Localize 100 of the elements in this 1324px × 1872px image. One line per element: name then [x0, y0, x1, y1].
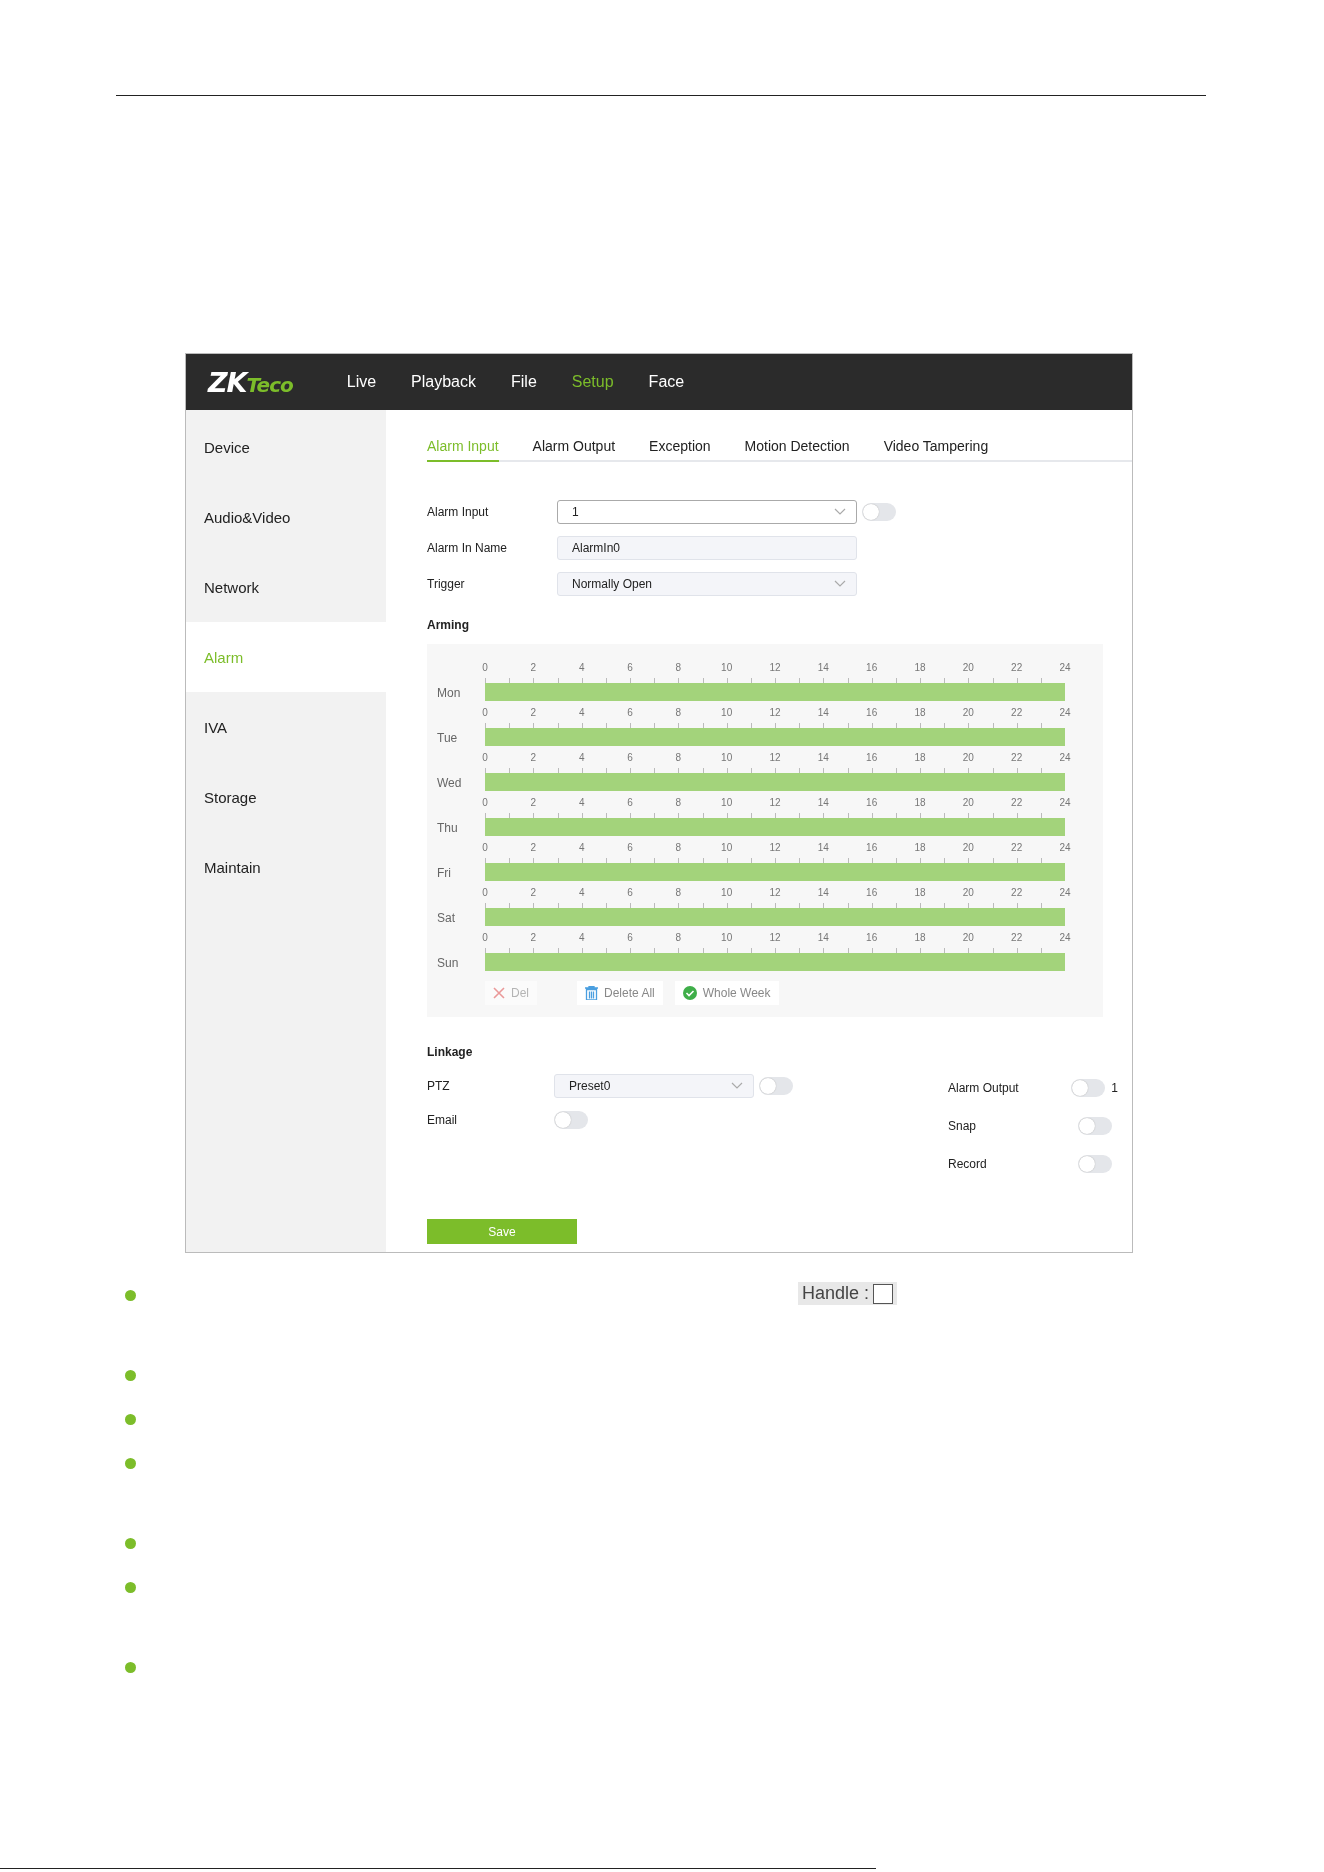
sidebar-item[interactable]: Network — [186, 552, 386, 622]
hour-label: 2 — [530, 797, 537, 808]
hour-label: 12 — [769, 662, 781, 673]
schedule-bar[interactable] — [485, 773, 1065, 791]
hour-label: 10 — [721, 932, 733, 943]
hour-label: 24 — [1059, 887, 1071, 898]
toggle-switch[interactable] — [554, 1111, 588, 1129]
nav-item[interactable]: Live — [346, 373, 377, 391]
day-label: Tue — [437, 731, 459, 746]
hour-label: 24 — [1059, 752, 1071, 763]
schedule-bar[interactable] — [485, 908, 1065, 926]
sidebar-item[interactable]: Maintain — [186, 832, 386, 902]
hour-label: 22 — [1011, 752, 1023, 763]
select-field[interactable]: Normally Open — [557, 572, 857, 596]
hour-label: 8 — [675, 752, 682, 763]
hour-label: 8 — [675, 707, 682, 718]
handle-checkbox[interactable]: Handle : — [798, 1282, 898, 1305]
schedule-bar[interactable] — [485, 953, 1065, 971]
hour-label: 24 — [1059, 932, 1071, 943]
bullet-dot — [125, 1414, 136, 1425]
bullet-dot — [125, 1582, 136, 1593]
hour-label: 2 — [530, 752, 537, 763]
schedule-bar[interactable] — [485, 863, 1065, 881]
chevron-down-icon — [731, 1082, 743, 1090]
toggle-switch[interactable] — [759, 1077, 793, 1095]
nav-item[interactable]: Face — [648, 373, 685, 391]
schedule-bar[interactable] — [485, 683, 1065, 701]
hour-label: 0 — [482, 707, 488, 718]
bullet-dot — [125, 1290, 136, 1301]
nav-item[interactable]: File — [511, 373, 537, 391]
schedule-bar[interactable] — [485, 728, 1065, 746]
bullet-dot — [125, 1662, 136, 1673]
hour-label: 20 — [962, 887, 974, 898]
hour-label: 20 — [962, 797, 974, 808]
field-label: Email — [427, 1113, 458, 1127]
hour-label: 2 — [530, 887, 537, 898]
sidebar-item[interactable]: Device — [186, 412, 386, 482]
tab[interactable]: Video Tampering — [883, 438, 989, 462]
hour-label: 18 — [914, 662, 926, 673]
section-heading: Arming — [427, 618, 470, 632]
hour-label: 4 — [578, 842, 585, 853]
bullet-dot — [125, 1458, 136, 1469]
day-label: Wed — [437, 776, 463, 791]
hour-label: 12 — [769, 932, 781, 943]
tab[interactable]: Exception — [649, 438, 711, 462]
hour-label: 0 — [482, 752, 488, 763]
toggle-switch[interactable] — [1078, 1155, 1112, 1173]
field-label: Alarm Output — [948, 1081, 1020, 1095]
hour-label: 16 — [866, 752, 878, 763]
tab[interactable]: Alarm Output — [532, 438, 616, 462]
action-button[interactable]: Whole Week — [674, 981, 779, 1005]
toggle-switch[interactable] — [862, 503, 896, 521]
hour-label: 16 — [866, 932, 878, 943]
hour-label: 0 — [482, 887, 488, 898]
hour-label: 6 — [627, 932, 633, 943]
hour-label: 14 — [817, 797, 829, 808]
nav-item[interactable]: Setup — [571, 373, 614, 391]
brand-logo: ZKTeco — [208, 366, 293, 398]
close-icon — [493, 987, 505, 999]
hour-label: 20 — [962, 842, 974, 853]
sidebar-item[interactable]: Storage — [186, 762, 386, 832]
hour-label: 22 — [1011, 932, 1023, 943]
hour-label: 0 — [482, 932, 488, 943]
field-label: Alarm Input — [427, 505, 490, 519]
hour-label: 14 — [817, 887, 829, 898]
hour-label: 14 — [817, 842, 829, 853]
action-button[interactable]: Delete All — [577, 981, 663, 1005]
tab[interactable]: Motion Detection — [744, 438, 850, 462]
hour-label: 10 — [721, 797, 733, 808]
day-label: Thu — [437, 821, 459, 836]
sidebar-item[interactable]: Audio&Video — [186, 482, 386, 552]
checkbox[interactable] — [873, 1283, 894, 1304]
hour-label: 12 — [769, 752, 781, 763]
day-label: Sun — [437, 956, 460, 971]
hour-label: 10 — [721, 842, 733, 853]
trash-icon — [585, 986, 598, 1000]
hour-label: 16 — [866, 707, 878, 718]
hour-label: 4 — [578, 752, 585, 763]
bullet-dot — [125, 1370, 136, 1381]
input-field[interactable]: AlarmIn0 — [557, 536, 857, 560]
hour-label: 10 — [721, 887, 733, 898]
hour-label: 0 — [482, 797, 488, 808]
hour-label: 6 — [627, 707, 633, 718]
select-field[interactable]: 1 — [557, 500, 857, 524]
schedule-bar[interactable] — [485, 818, 1065, 836]
hour-label: 6 — [627, 752, 633, 763]
sidebar-item[interactable]: IVA — [186, 692, 386, 762]
hour-label: 4 — [578, 707, 585, 718]
hour-label: 2 — [530, 842, 537, 853]
hour-label: 10 — [721, 752, 733, 763]
hour-label: 0 — [482, 842, 488, 853]
hour-label: 6 — [627, 662, 633, 673]
nav-item[interactable]: Playback — [411, 373, 476, 391]
day-label: Mon — [437, 686, 462, 701]
toggle-switch[interactable] — [1078, 1117, 1112, 1135]
field-label: Record — [948, 1157, 988, 1171]
toggle-switch[interactable] — [1071, 1079, 1106, 1097]
select-field[interactable]: Preset0 — [554, 1074, 754, 1098]
hour-label: 8 — [675, 842, 682, 853]
hour-label: 20 — [962, 662, 974, 673]
